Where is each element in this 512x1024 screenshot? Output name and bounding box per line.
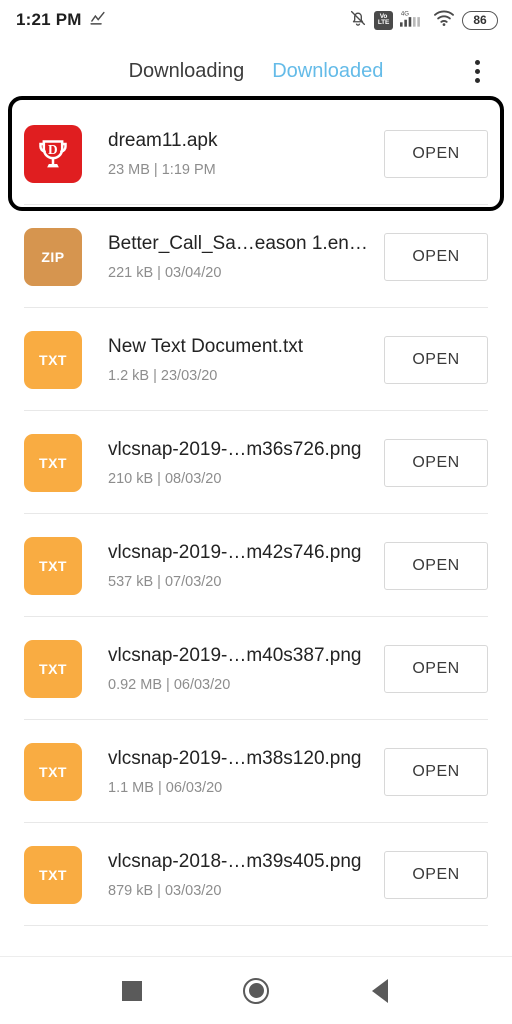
file-row[interactable]: Ddream11.apk 23 MB | 1:19 PM OPEN bbox=[0, 102, 512, 205]
file-meta: vlcsnap-2019-…m42s746.png 537 kB | 07/03/… bbox=[82, 541, 384, 590]
file-row[interactable]: TXT vlcsnap-2019-…m42s746.png 537 kB | 07/… bbox=[0, 514, 512, 617]
file-meta: dream11.apk 23 MB | 1:19 PM bbox=[82, 129, 384, 178]
apk-file-icon: D bbox=[24, 124, 82, 183]
tab-downloading[interactable]: Downloading bbox=[115, 60, 259, 83]
file-row[interactable]: TXT New Text Document.txt 1.2 kB | 23/03/2… bbox=[0, 308, 512, 411]
file-meta: Better_Call_Sa…eason 1.en.zip 221 kB | 03… bbox=[82, 232, 384, 281]
signal-4g-icon: 4G bbox=[400, 8, 426, 33]
open-button[interactable]: OPEN bbox=[384, 129, 488, 178]
open-button[interactable]: OPEN bbox=[384, 747, 488, 796]
txt-file-icon: TXT bbox=[24, 330, 82, 389]
txt-file-icon: TXT bbox=[24, 639, 82, 698]
row-divider bbox=[24, 925, 488, 926]
zip-file-icon: ZIP bbox=[24, 227, 82, 286]
file-name: Better_Call_Sa…eason 1.en.zip bbox=[108, 233, 372, 255]
open-button[interactable]: OPEN bbox=[384, 850, 488, 899]
file-row[interactable]: TXT vlcsnap-2019-…m40s387.png 0.92 MB | 06… bbox=[0, 617, 512, 720]
status-bar-left: 1:21 PM bbox=[16, 9, 106, 31]
status-bar: 1:21 PM Vo LTE 4G 86 bbox=[0, 0, 512, 40]
file-name: dream11.apk bbox=[108, 130, 218, 152]
file-row[interactable]: TXT vlcsnap-2019-…m38s120.png 1.1 MB | 06/… bbox=[0, 720, 512, 823]
file-row[interactable]: ZIP Better_Call_Sa…eason 1.en.zip 221 kB |… bbox=[0, 205, 512, 308]
file-row[interactable]: TXT vlcsnap-2018-…m39s405.png 879 kB | 03/… bbox=[0, 823, 512, 926]
open-button[interactable]: OPEN bbox=[384, 232, 488, 281]
battery-indicator: 86 bbox=[462, 10, 498, 30]
svg-text:4G: 4G bbox=[401, 11, 409, 17]
file-name: vlcsnap-2019-…m42s746.png bbox=[108, 542, 362, 564]
txt-file-icon: TXT bbox=[24, 433, 82, 492]
file-meta: vlcsnap-2018-…m39s405.png 879 kB | 03/03/… bbox=[82, 850, 384, 899]
file-meta: vlcsnap-2019-…m36s726.png 210 kB | 08/03/… bbox=[82, 438, 384, 487]
file-name: vlcsnap-2019-…m36s726.png bbox=[108, 439, 362, 461]
file-name: New Text Document.txt bbox=[108, 336, 304, 358]
svg-text:D: D bbox=[48, 142, 58, 157]
open-button[interactable]: OPEN bbox=[384, 541, 488, 590]
phone-screen: 1:21 PM Vo LTE 4G 86 Downloading Downloa… bbox=[0, 0, 512, 1024]
file-name: vlcsnap-2018-…m39s405.png bbox=[108, 851, 362, 873]
open-button[interactable]: OPEN bbox=[384, 644, 488, 693]
file-subtitle: 879 kB | 03/03/20 bbox=[108, 882, 222, 899]
navigation-bar bbox=[0, 956, 512, 1024]
status-time: 1:21 PM bbox=[16, 10, 82, 29]
notification-muted-icon bbox=[349, 9, 367, 32]
tab-bar: Downloading Downloaded bbox=[0, 40, 512, 102]
txt-file-icon: TXT bbox=[24, 742, 82, 801]
triangle-back-icon[interactable] bbox=[357, 968, 403, 1014]
file-list: Ddream11.apk 23 MB | 1:19 PM OPEN ZIP Better… bbox=[0, 102, 512, 926]
status-bar-right: Vo LTE 4G 86 bbox=[349, 8, 498, 33]
file-name: vlcsnap-2019-…m40s387.png bbox=[108, 645, 362, 667]
file-row[interactable]: TXT vlcsnap-2019-…m36s726.png 210 kB | 08/… bbox=[0, 411, 512, 514]
file-subtitle: 537 kB | 07/03/20 bbox=[108, 573, 222, 590]
file-subtitle: 210 kB | 08/03/20 bbox=[108, 470, 222, 487]
txt-file-icon: TXT bbox=[24, 845, 82, 904]
file-meta: vlcsnap-2019-…m38s120.png 1.1 MB | 06/03/… bbox=[82, 747, 384, 796]
open-button[interactable]: OPEN bbox=[384, 438, 488, 487]
file-meta: New Text Document.txt 1.2 kB | 23/03/20 bbox=[82, 335, 384, 384]
file-meta: vlcsnap-2019-…m40s387.png 0.92 MB | 06/03… bbox=[82, 644, 384, 693]
file-subtitle: 23 MB | 1:19 PM bbox=[108, 161, 216, 178]
alarm-check-icon bbox=[89, 9, 106, 31]
tab-downloaded[interactable]: Downloaded bbox=[258, 60, 397, 83]
kebab-menu-icon[interactable] bbox=[462, 54, 492, 88]
circle-home-icon[interactable] bbox=[233, 968, 279, 1014]
file-subtitle: 1.1 MB | 06/03/20 bbox=[108, 779, 223, 796]
file-name: vlcsnap-2019-…m38s120.png bbox=[108, 748, 362, 770]
volte-icon: Vo LTE bbox=[374, 10, 393, 30]
txt-file-icon: TXT bbox=[24, 536, 82, 595]
file-subtitle: 0.92 MB | 06/03/20 bbox=[108, 676, 231, 693]
file-subtitle: 221 kB | 03/04/20 bbox=[108, 264, 222, 281]
wifi-icon bbox=[433, 9, 455, 32]
file-subtitle: 1.2 kB | 23/03/20 bbox=[108, 367, 218, 384]
square-recents-icon[interactable] bbox=[109, 968, 155, 1014]
open-button[interactable]: OPEN bbox=[384, 335, 488, 384]
